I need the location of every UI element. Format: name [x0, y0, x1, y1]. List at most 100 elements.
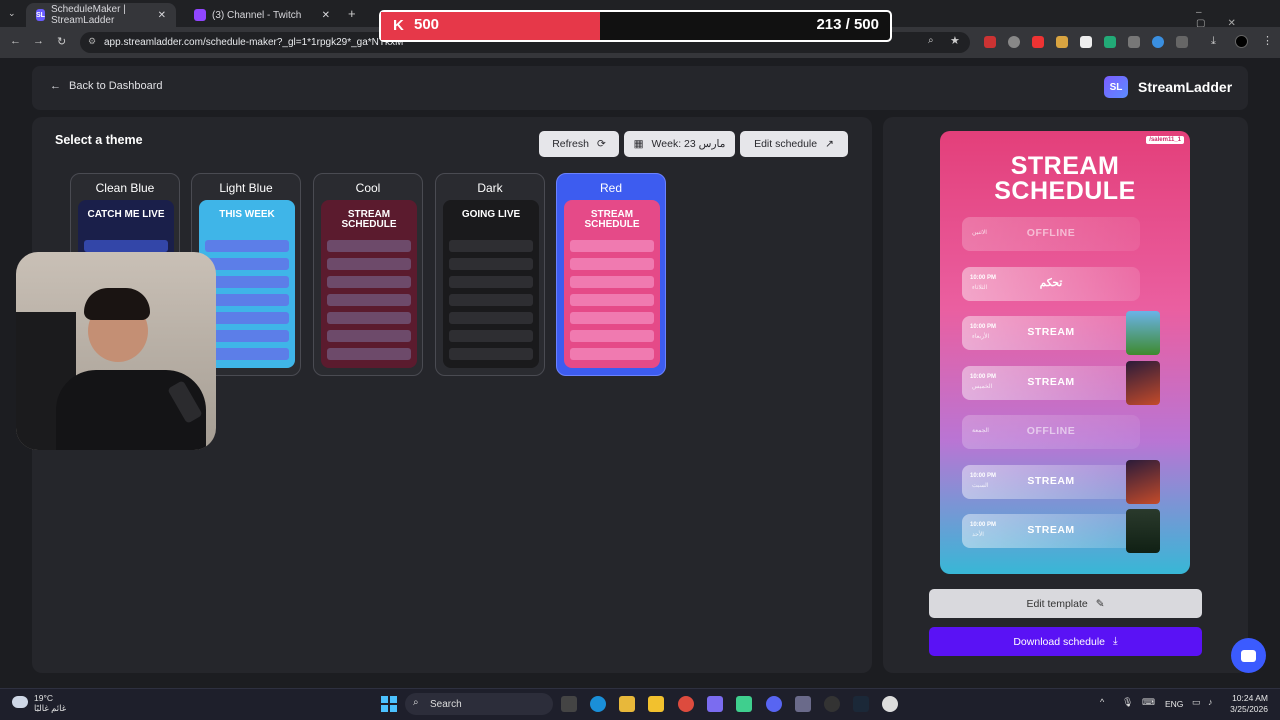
brand-name: StreamLadder: [1138, 79, 1233, 95]
clock-time: 10:24 AM: [1232, 693, 1268, 703]
forward-arrow-icon[interactable]: →: [33, 35, 44, 47]
theme-card-cool[interactable]: Cool STREAM SCHEDULE: [313, 173, 423, 376]
file-explorer-icon[interactable]: [619, 696, 635, 712]
thumbnail-row: [449, 330, 533, 342]
obs-icon[interactable]: [824, 696, 840, 712]
extension-icon[interactable]: [1128, 36, 1140, 48]
discord-icon[interactable]: [766, 696, 782, 712]
profile-avatar[interactable]: [1235, 35, 1248, 48]
reload-icon[interactable]: ↻: [57, 35, 66, 48]
support-chat-button[interactable]: [1231, 638, 1266, 673]
keyboard-icon[interactable]: ⌨: [1142, 697, 1155, 708]
download-schedule-button[interactable]: Download schedule ⤓: [929, 627, 1202, 656]
extension-icon[interactable]: [1104, 36, 1116, 48]
app-icon[interactable]: [795, 696, 811, 712]
chat-bubble-icon: [1241, 649, 1256, 662]
download-icon[interactable]: ⤓: [1211, 35, 1216, 48]
app-icon[interactable]: [882, 696, 898, 712]
kick-logo-icon: K: [393, 17, 404, 34]
task-view-icon[interactable]: [561, 696, 577, 712]
arc-raiders-game-image: [1126, 360, 1160, 405]
edge-icon[interactable]: [590, 696, 606, 712]
network-icon[interactable]: ▭: [1192, 697, 1201, 708]
theme-card-title: Dark: [477, 181, 503, 195]
refresh-button[interactable]: Refresh ⟳: [539, 131, 619, 157]
bookmark-star-icon[interactable]: ★: [950, 34, 960, 47]
thumbnail-row: [449, 258, 533, 270]
thumbnail-row: [205, 258, 289, 270]
theme-card-red[interactable]: Red STREAM SCHEDULE: [556, 173, 666, 376]
thumbnail-title: THIS WEEK: [219, 209, 275, 220]
puzzle-icon[interactable]: [1176, 36, 1188, 48]
rockstar-icon[interactable]: [648, 696, 664, 712]
webcam-overlay: [16, 252, 216, 450]
row-label: STREAM: [1027, 524, 1075, 536]
url-text: app.streamladder.com/schedule-maker?_gl=…: [104, 37, 404, 48]
edit-schedule-button[interactable]: Edit schedule ↗: [740, 131, 848, 157]
clock-date: 3/25/2026: [1230, 704, 1268, 714]
windows-start-icon[interactable]: [381, 696, 397, 712]
row-label: STREAM: [1027, 474, 1075, 487]
streamladder-favicon-icon: SL: [36, 9, 45, 21]
schedule-row: الاثنين OFFLINE: [962, 217, 1140, 251]
tab-twitch[interactable]: (3) Channel - Twitch ✕: [184, 3, 340, 27]
theme-thumbnail: STREAM SCHEDULE: [321, 200, 417, 368]
thumbnail-row: [205, 330, 289, 342]
copilot-icon[interactable]: [707, 696, 723, 712]
window-controls[interactable]: –▢✕: [1196, 7, 1280, 29]
theme-card-dark[interactable]: Dark GOING LIVE: [435, 173, 545, 376]
system-clock[interactable]: 10:24 AM 3/25/2026: [1220, 693, 1268, 715]
weather-widget[interactable]: 19°C غائم غالبًا: [34, 693, 66, 713]
twitch-icon: [194, 9, 206, 21]
tab-schedulemaker[interactable]: SL ScheduleMaker | StreamLadder ✕: [26, 3, 176, 27]
weather-cloud-icon[interactable]: [12, 696, 28, 708]
thumbnail-row: [205, 312, 289, 324]
microphone-icon[interactable]: 🎙: [1122, 697, 1133, 708]
extension-icon[interactable]: [1008, 36, 1020, 48]
thumbnail-row: [84, 240, 168, 252]
thumbnail-row: [570, 348, 654, 360]
steam-icon[interactable]: [853, 696, 869, 712]
row-label: STREAM: [1027, 375, 1075, 388]
extension-icon[interactable]: [1056, 36, 1068, 48]
extension-icon[interactable]: [1152, 36, 1164, 48]
left-arrow-icon: ←: [50, 80, 61, 92]
site-info-icon[interactable]: ⚙: [88, 36, 96, 47]
chrome-icon[interactable]: [678, 696, 694, 712]
audio-app-icon[interactable]: [736, 696, 752, 712]
language-indicator[interactable]: ENG: [1165, 699, 1183, 709]
tray-chevron-icon[interactable]: ^: [1100, 697, 1104, 707]
thumbnail-row: [449, 294, 533, 306]
back-to-dashboard-link[interactable]: ← Back to Dashboard: [50, 80, 163, 92]
theme-thumbnail: GOING LIVE: [443, 200, 539, 368]
thumbnail-row: [327, 330, 411, 342]
theme-card-title: Cool: [355, 181, 381, 195]
search-icon: ⌕: [413, 697, 419, 708]
volume-icon[interactable]: ♪: [1208, 697, 1213, 707]
thumbnail-row: [205, 348, 289, 360]
close-tab-icon[interactable]: ✕: [322, 10, 330, 21]
back-arrow-icon[interactable]: ←: [10, 35, 21, 47]
edit-template-button[interactable]: Edit template ✎: [929, 589, 1202, 618]
thumbnail-title: STREAM SCHEDULE: [341, 209, 397, 230]
extension-icon[interactable]: [1080, 36, 1092, 48]
zoom-icon[interactable]: ⌕: [928, 35, 934, 46]
new-tab-button[interactable]: +: [348, 6, 356, 21]
thumbnail-row: [449, 312, 533, 324]
thumbnail-row: [570, 258, 654, 270]
goal-current-label: 500: [414, 16, 440, 33]
tab-title: (3) Channel - Twitch: [212, 9, 302, 21]
brand-logo[interactable]: SL StreamLadder: [1104, 76, 1232, 98]
taskbar-search[interactable]: Search: [405, 693, 553, 715]
thumbnail-row: [327, 276, 411, 288]
close-tab-icon[interactable]: ✕: [158, 10, 166, 21]
download-label: Download schedule: [1013, 635, 1105, 648]
extension-icon[interactable]: [984, 36, 996, 48]
menu-kebab-icon[interactable]: ⋮: [1262, 34, 1273, 47]
tab-search-chevron-icon[interactable]: ⌄: [8, 8, 16, 19]
edit-schedule-label: Edit schedule: [754, 138, 818, 150]
goal-progress-text: 213 / 500: [816, 16, 879, 33]
extension-icon[interactable]: [1032, 36, 1044, 48]
week-selector-button[interactable]: ▦ Week: 23 مارس: [624, 131, 735, 157]
theme-thumbnail: STREAM SCHEDULE: [564, 200, 660, 368]
